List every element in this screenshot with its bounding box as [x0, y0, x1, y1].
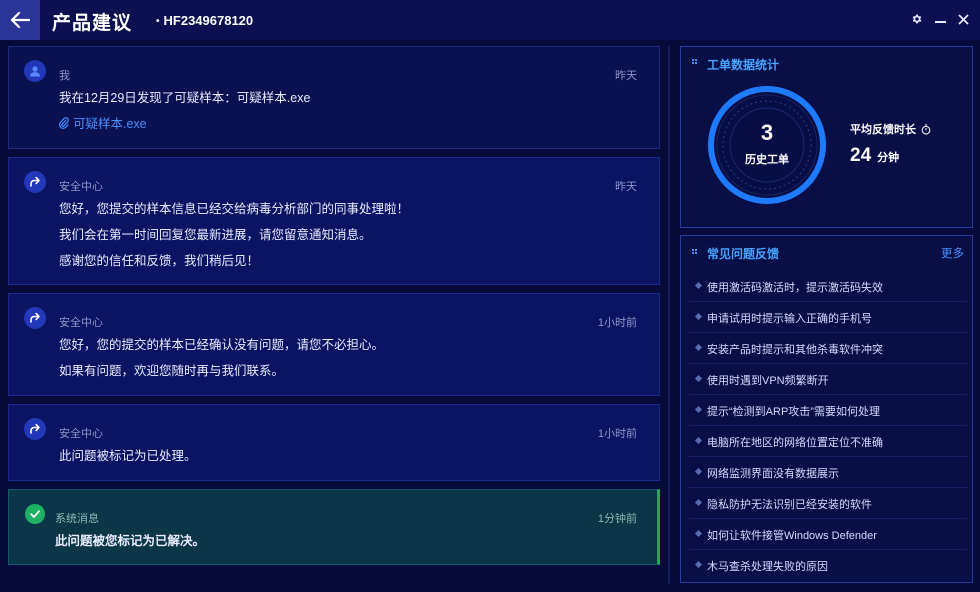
- faq-item-text: 如何让软件接管Windows Defender: [707, 530, 877, 542]
- avg-response-value: 24 分钟: [850, 145, 899, 167]
- message-sender: 安全中心: [59, 317, 103, 329]
- message-user: 我 昨天 我在12月29日发现了可疑样本：可疑样本.exe 可疑样本.exe: [8, 46, 660, 149]
- faq-item-text: 电脑所在地区的网络位置定位不准确: [707, 437, 883, 449]
- stats-title: 工单数据统计: [707, 58, 780, 72]
- message-time: 1小时前: [597, 317, 637, 329]
- message-time: 昨天: [615, 70, 637, 82]
- faq-item-text: 使用激活码激活时，提示激活码失效: [707, 282, 883, 294]
- arrow-left-icon: [10, 12, 30, 28]
- history-label: 历史工单: [745, 154, 789, 166]
- avg-response-text: 平均反馈时长: [850, 124, 916, 136]
- faq-item-text: 使用时遇到VPN频繁断开: [707, 375, 829, 387]
- message-text: 此问题被标记为已处理。: [59, 449, 197, 463]
- attachment-link[interactable]: 可疑样本.exe: [59, 113, 147, 132]
- reply-arrow-icon: [30, 423, 40, 434]
- user-avatar: [24, 60, 46, 82]
- message-time: 1小时前: [597, 428, 637, 440]
- faq-panel: 常见问题反馈 更多 使用激活码激活时，提示激活码失效 申请试用时提示输入正确的手…: [680, 235, 973, 583]
- title-bar: 产品建议 HF2349678120: [0, 0, 980, 40]
- close-button[interactable]: [955, 10, 971, 28]
- message-text: 您好，您的提交的样本已经确认没有问题，请您不必担心。: [59, 338, 385, 352]
- agent-avatar: [24, 418, 46, 440]
- bullet-icon: [694, 343, 703, 352]
- avg-response-number: 24: [850, 145, 872, 166]
- message-sender: 系统消息: [55, 513, 99, 525]
- stats-panel: 工单数据统计 3 历史工单 平均反馈时长 24 分钟: [680, 46, 973, 228]
- message-text: 此问题被您标记为已解决。: [55, 534, 206, 548]
- panel-dots-icon: [692, 59, 698, 65]
- minimize-icon: [934, 20, 946, 23]
- bullet-icon: [694, 467, 703, 476]
- avg-response-unit: 分钟: [877, 152, 900, 164]
- history-ring: 3 历史工单: [706, 84, 828, 206]
- page-title: 产品建议: [52, 13, 133, 34]
- faq-item[interactable]: 网络监测界面没有数据展示: [689, 457, 967, 488]
- faq-item-text: 木马查杀处理失败的原因: [707, 561, 828, 573]
- faq-item-text: 网络监测界面没有数据展示: [707, 468, 839, 480]
- agent-avatar: [24, 171, 46, 193]
- stopwatch-icon: [921, 124, 931, 134]
- faq-item[interactable]: 申请试用时提示输入正确的手机号: [689, 302, 967, 333]
- faq-item[interactable]: 使用时遇到VPN频繁断开: [689, 364, 967, 395]
- paperclip-icon: [59, 116, 69, 129]
- message-text: 我们会在第一时间回复您最新进展，请您留意通知消息。: [59, 228, 372, 242]
- faq-item[interactable]: 使用激活码激活时，提示激活码失效: [689, 271, 967, 302]
- faq-item-text: 隐私防护无法识别已经安装的软件: [707, 499, 872, 511]
- faq-item[interactable]: 隐私防护无法识别已经安装的软件: [689, 488, 967, 519]
- history-count: 3: [760, 120, 774, 145]
- faq-item[interactable]: 提示“检测到ARP攻击”需要如何处理: [689, 395, 967, 426]
- minimize-button[interactable]: [932, 10, 948, 28]
- message-security-center: 安全中心 1小时前 此问题被标记为已处理。: [8, 404, 660, 481]
- bullet-icon: [694, 498, 703, 507]
- ticket-id: HF2349678120: [156, 13, 254, 28]
- attachment-name: 可疑样本.exe: [73, 117, 147, 131]
- message-sender: 安全中心: [59, 181, 103, 193]
- faq-item[interactable]: 木马查杀处理失败的原因: [689, 550, 967, 581]
- message-security-center: 安全中心 1小时前 您好，您的提交的样本已经确认没有问题，请您不必担心。 如果有…: [8, 293, 660, 396]
- resolved-badge: [25, 504, 45, 524]
- panel-divider: [668, 46, 670, 584]
- settings-button[interactable]: [909, 10, 925, 28]
- message-text: 感谢您的信任和反馈，我们稍后见！: [59, 254, 260, 268]
- faq-item-text: 安装产品时提示和其他杀毒软件冲突: [707, 344, 883, 356]
- faq-item[interactable]: 电脑所在地区的网络位置定位不准确: [689, 426, 967, 457]
- bullet-icon: [694, 374, 703, 383]
- message-text: 您好，您提交的样本信息已经交给病毒分析部门的同事处理啦！: [59, 202, 410, 216]
- user-icon: [30, 66, 40, 77]
- bullet-icon: [694, 436, 703, 445]
- bullet-icon: [694, 529, 703, 538]
- message-text: 我在12月29日发现了可疑样本：可疑样本.exe: [59, 91, 311, 105]
- message-time: 昨天: [615, 181, 637, 193]
- message-text: 如果有问题，欢迎您随时再与我们联系。: [59, 364, 285, 378]
- reply-arrow-icon: [30, 176, 40, 187]
- check-icon: [30, 510, 40, 518]
- bullet-icon: [694, 312, 703, 321]
- message-list: 我 昨天 我在12月29日发现了可疑样本：可疑样本.exe 可疑样本.exe 安…: [8, 46, 660, 566]
- agent-avatar: [24, 307, 46, 329]
- faq-more-link[interactable]: 更多: [941, 245, 964, 261]
- panel-dots-icon: [692, 249, 698, 255]
- close-icon: [957, 13, 969, 25]
- back-button[interactable]: [0, 0, 40, 40]
- bullet-icon: [694, 281, 703, 290]
- faq-item-text: 申请试用时提示输入正确的手机号: [707, 313, 872, 325]
- faq-item[interactable]: 安装产品时提示和其他杀毒软件冲突: [689, 333, 967, 364]
- reply-arrow-icon: [30, 312, 40, 323]
- message-security-center: 安全中心 昨天 您好，您提交的样本信息已经交给病毒分析部门的同事处理啦！ 我们会…: [8, 157, 660, 285]
- faq-item-text: 提示“检测到ARP攻击”需要如何处理: [707, 406, 880, 418]
- message-sender: 我: [59, 70, 70, 82]
- faq-list: 使用激活码激活时，提示激活码失效 申请试用时提示输入正确的手机号 安装产品时提示…: [689, 271, 967, 581]
- gear-icon: [912, 14, 922, 24]
- avg-response-label: 平均反馈时长: [850, 121, 931, 137]
- faq-title: 常见问题反馈: [707, 247, 780, 261]
- message-time: 1分钟前: [597, 513, 637, 525]
- faq-item[interactable]: 如何让软件接管Windows Defender: [689, 519, 967, 550]
- bullet-icon: [694, 405, 703, 414]
- message-system: 系统消息 1分钟前 此问题被您标记为已解决。: [8, 489, 660, 565]
- bullet-icon: [694, 560, 703, 569]
- message-sender: 安全中心: [59, 428, 103, 440]
